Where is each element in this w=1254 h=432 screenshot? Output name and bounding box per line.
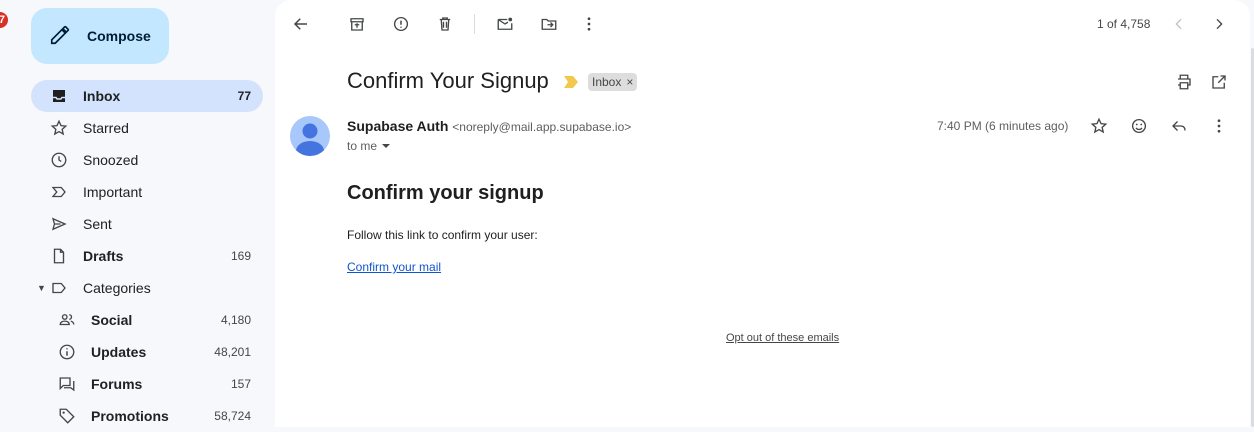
sidebar-item-drafts[interactable]: Drafts 169 — [31, 240, 263, 272]
more-vert-icon[interactable] — [1207, 114, 1231, 138]
sidebar-item-label: Social — [91, 312, 133, 328]
sidebar-item-sent[interactable]: Sent — [31, 208, 263, 240]
label-icon — [49, 278, 69, 298]
important-icon — [49, 182, 69, 202]
email-subject: Confirm Your Signup — [347, 68, 549, 93]
recipients-label: to me — [347, 139, 378, 153]
avatar[interactable] — [290, 116, 330, 156]
info-icon — [57, 342, 77, 362]
star-icon — [49, 118, 69, 138]
sidebar-item-count: 58,724 — [214, 409, 251, 423]
pencil-icon — [49, 24, 71, 49]
move-to-icon[interactable] — [537, 12, 561, 36]
notification-badge[interactable]: 7 — [0, 12, 8, 28]
sidebar-item-starred[interactable]: Starred — [31, 112, 263, 144]
pagination-count: 1 of 4,758 — [1097, 17, 1151, 31]
sidebar: Compose Inbox 77 Starred Snoozed Importa… — [19, 0, 275, 427]
sidebar-item-label: Drafts — [83, 248, 124, 264]
caret-down-icon[interactable]: ▼ — [37, 283, 47, 293]
sidebar-item-label: Promotions — [91, 408, 169, 424]
forum-icon — [57, 374, 77, 394]
chevron-left-icon[interactable] — [1167, 12, 1191, 36]
sidebar-item-updates[interactable]: Updates 48,201 — [31, 336, 263, 368]
label-chip-text: Inbox — [592, 75, 622, 89]
opt-out-link[interactable]: Opt out of these emails — [726, 332, 839, 344]
important-marker-icon[interactable] — [563, 75, 579, 94]
email-body-text: Follow this link to confirm your user: — [347, 228, 538, 242]
sidebar-item-label: Important — [83, 184, 143, 200]
sidebar-item-label: Starred — [83, 120, 129, 136]
sender-info: Supabase Auth <noreply@mail.app.supabase… — [347, 118, 631, 134]
sidebar-item-social[interactable]: Social 4,180 — [31, 304, 263, 336]
reply-icon[interactable] — [1167, 114, 1191, 138]
message-toolbar: 1 of 4,758 — [275, 0, 1250, 48]
more-vert-icon[interactable] — [577, 12, 601, 36]
draft-icon — [49, 246, 69, 266]
recipients-toggle[interactable]: to me — [347, 139, 391, 153]
sidebar-item-label: Updates — [91, 344, 147, 360]
toolbar-divider — [474, 14, 475, 34]
open-in-new-window-icon[interactable] — [1207, 70, 1231, 94]
archive-icon[interactable] — [345, 12, 369, 36]
compose-button[interactable]: Compose — [31, 8, 169, 64]
sidebar-item-count: 48,201 — [214, 345, 251, 359]
email-timestamp: 7:40 PM (6 minutes ago) — [937, 119, 1069, 133]
clock-icon — [49, 150, 69, 170]
compose-label: Compose — [87, 28, 151, 44]
report-spam-icon[interactable] — [389, 12, 413, 36]
send-icon — [49, 214, 69, 234]
print-icon[interactable] — [1172, 70, 1196, 94]
app-strip: 7 — [0, 0, 19, 427]
sidebar-item-count: 4,180 — [220, 313, 251, 327]
sidebar-item-categories[interactable]: ▼ Categories — [31, 272, 263, 304]
sidebar-item-count: 77 — [237, 89, 251, 103]
inbox-label-chip: Inbox × — [588, 73, 638, 91]
sidebar-nav: Inbox 77 Starred Snoozed Important Sent … — [31, 80, 263, 432]
sidebar-item-forums[interactable]: Forums 157 — [31, 368, 263, 400]
back-arrow-icon[interactable] — [289, 12, 313, 36]
sidebar-item-label: Forums — [91, 376, 143, 392]
sidebar-item-count: 169 — [230, 249, 251, 263]
sidebar-item-label: Snoozed — [83, 152, 139, 168]
sidebar-item-label: Sent — [83, 216, 112, 232]
message-view: 1 of 4,758 Confirm Your Signup Inbox × S… — [275, 0, 1250, 427]
inbox-icon — [49, 86, 69, 106]
caret-down-icon — [381, 139, 391, 153]
delete-icon[interactable] — [433, 12, 457, 36]
tag-icon — [57, 406, 77, 426]
mark-unread-icon[interactable] — [493, 12, 517, 36]
sidebar-item-label: Categories — [83, 280, 151, 296]
sidebar-item-label: Inbox — [83, 88, 121, 104]
sidebar-item-important[interactable]: Important — [31, 176, 263, 208]
remove-label-icon[interactable]: × — [626, 75, 633, 89]
sidebar-item-promotions[interactable]: Promotions 58,724 — [31, 400, 263, 432]
chevron-right-icon[interactable] — [1207, 12, 1231, 36]
email-body-heading: Confirm your signup — [347, 182, 544, 204]
star-icon[interactable] — [1087, 114, 1111, 138]
sender-name[interactable]: Supabase Auth — [347, 118, 448, 134]
emoji-reaction-icon[interactable] — [1127, 114, 1151, 138]
sidebar-item-inbox[interactable]: Inbox 77 — [31, 80, 263, 112]
sidebar-item-snoozed[interactable]: Snoozed — [31, 144, 263, 176]
sender-email: <noreply@mail.app.supabase.io> — [452, 120, 632, 134]
confirm-mail-link[interactable]: Confirm your mail — [347, 260, 441, 274]
sidebar-item-count: 157 — [230, 377, 251, 391]
people-icon — [57, 310, 77, 330]
